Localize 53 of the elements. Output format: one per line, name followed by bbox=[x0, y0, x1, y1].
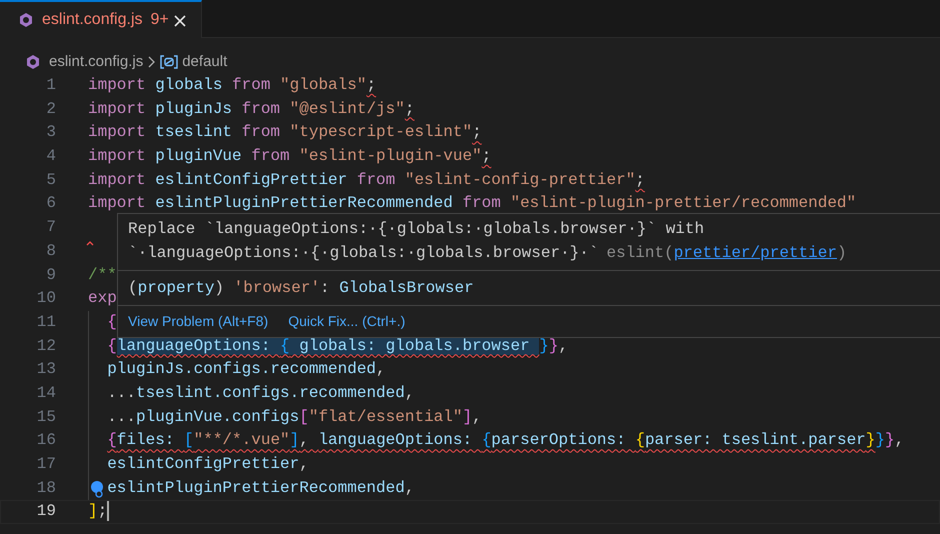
message-text: `·languageOptions:·{·globals:·globals.browser·}·` bbox=[128, 243, 598, 264]
line-number: 16 bbox=[36, 430, 56, 452]
line-number: 8 bbox=[45, 240, 56, 262]
code-line: { bbox=[107, 312, 117, 333]
line-number: 3 bbox=[45, 122, 56, 144]
code-line: import eslintConfigPrettier from "eslint-config-prettier"; bbox=[88, 170, 645, 191]
lightbulb-icon[interactable] bbox=[90, 480, 106, 498]
line-number: 13 bbox=[36, 359, 56, 380]
variable-symbol-icon bbox=[160, 54, 178, 70]
message-text: Replace `languageOptions:·{·globals:·globals.browser·}` with bbox=[128, 219, 704, 240]
code-line: exp bbox=[88, 288, 117, 310]
line-number: 10 bbox=[36, 288, 56, 310]
line-number: 6 bbox=[45, 193, 56, 214]
code-line: ...tseslint.configs.recommended, bbox=[107, 382, 414, 404]
code-line: import globals from "globals"; bbox=[88, 75, 376, 96]
close-icon bbox=[173, 14, 187, 28]
file-icon bbox=[18, 12, 34, 28]
action-link[interactable]: Quick Fix... (Ctrl+.) bbox=[288, 311, 406, 332]
text-cursor bbox=[107, 501, 110, 522]
line-number: 9 bbox=[45, 264, 56, 286]
line-number: 2 bbox=[45, 98, 56, 120]
code-line: {files: ["**/*.vue"], languageOptions: {parserOptions: {parser: tseslint.parser}}}, bbox=[107, 430, 904, 452]
line-number: 17 bbox=[36, 454, 56, 475]
code-line: ]; bbox=[88, 500, 110, 524]
line-number: 1 bbox=[45, 75, 56, 96]
code-line: /** bbox=[88, 264, 117, 286]
line-number: 12 bbox=[36, 336, 56, 357]
editor-tab[interactable]: eslint.config.js 9+ bbox=[0, 0, 202, 38]
rule-link[interactable]: prettier/prettier bbox=[674, 241, 837, 265]
chevron-right-icon bbox=[147, 56, 156, 68]
breadcrumb-item[interactable]: default bbox=[160, 50, 228, 74]
line-number: 4 bbox=[45, 146, 56, 168]
source-text: eslint( bbox=[606, 243, 674, 264]
code-line: import tseslint from "typescript-eslint"; bbox=[88, 122, 482, 144]
line-number: 18 bbox=[36, 478, 56, 499]
code-line: import pluginJs from "@eslint/js"; bbox=[88, 98, 414, 120]
source-text: ) bbox=[836, 243, 847, 264]
line-number: 19 bbox=[36, 501, 56, 522]
breadcrumb-item[interactable]: eslint.config.js bbox=[25, 50, 144, 74]
line-number: 14 bbox=[36, 382, 56, 404]
action-link[interactable]: View Problem (Alt+F8) bbox=[128, 311, 268, 332]
file-icon bbox=[25, 54, 41, 70]
code-line: import eslintPluginPrettierRecommended from "eslint-plugin-prettier/recommended" bbox=[88, 193, 856, 214]
line-number: 5 bbox=[45, 170, 56, 191]
type-signature: (property) 'browser': GlobalsBrowser bbox=[128, 279, 474, 297]
code-line: eslintPluginPrettierRecommended, bbox=[107, 478, 414, 499]
line-number: 7 bbox=[45, 217, 56, 238]
line-number: 11 bbox=[36, 312, 56, 333]
code-line: import pluginVue from "eslint-plugin-vue"; bbox=[88, 146, 492, 168]
code-line: ...pluginVue.configs["flat/essential"], bbox=[107, 406, 482, 428]
code-line: pluginJs.configs.recommended, bbox=[107, 359, 386, 380]
code-line: eslintConfigPrettier, bbox=[107, 454, 309, 475]
line-number: 15 bbox=[36, 406, 56, 428]
